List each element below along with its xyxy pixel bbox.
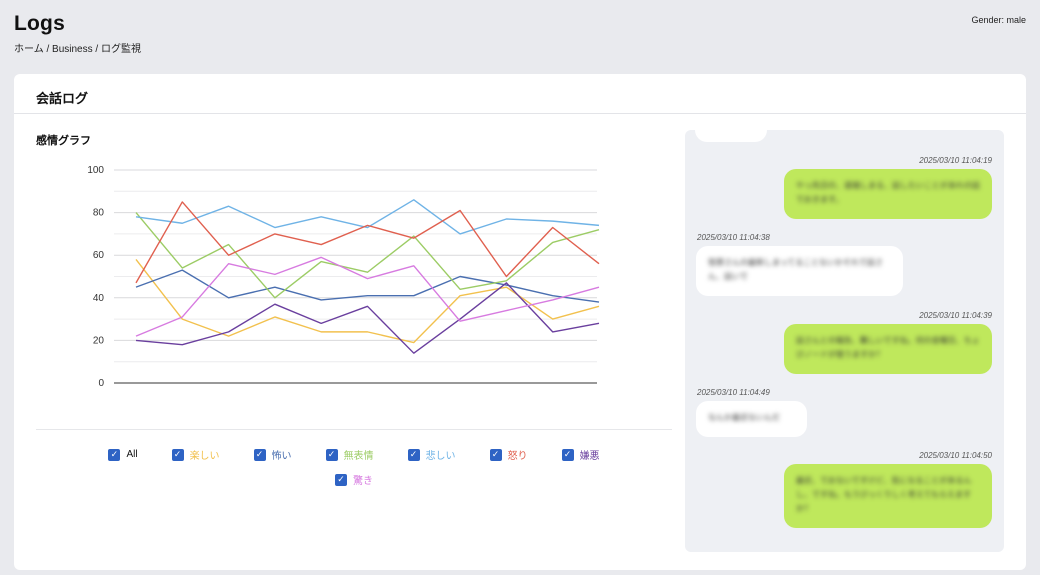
chat-bubble-sent: 話さんとの報告、難しいですね。何の金曜日、ちょびノードが使うますか？ [784,324,992,374]
legend-all[interactable]: ✓ All [108,447,138,462]
legend-label: 怒り [507,451,528,462]
breadcrumb: ホーム / Business / ログ監視 [14,44,141,55]
checkbox-icon[interactable]: ✓ [489,448,502,461]
message-timestamp: 2025/03/10 11:04:39 [919,311,992,320]
checkbox-icon[interactable]: ✓ [325,448,338,461]
message-text: やっ先日の、道端しまる、話したいことがあれの話でおきます。 [796,181,980,204]
chat-panel[interactable]: 2025/03/10 11:04:19 やっ先日の、道端しまる、話したいことがあ… [685,130,1004,552]
message-text: 話さんとの報告、難しいですね。何の金曜日、ちょびノードが使うますか？ [796,336,980,359]
legend-item-odoroki[interactable]: ✓ 驚き [335,472,373,487]
y-tick-label: 100 [87,165,104,176]
checkbox-icon[interactable]: ✓ [253,448,266,461]
emotion-chart: 0 20 40 60 80 100 [87,165,600,389]
y-tick-label: 0 [98,378,104,389]
legend-item-ikari[interactable]: ✓ 怒り [489,447,528,462]
message-timestamp: 2025/03/10 11:04:19 [919,156,992,165]
legend-item-kanashii[interactable]: ✓ 悲しい [407,447,456,462]
legend-label: 無表情 [343,451,374,462]
y-tick-label: 40 [93,293,105,304]
chart-divider [36,429,672,430]
message-text: 最近、でおないですけど、気になることがあるんし、ですね。もうびっくりしく考えても… [796,476,972,513]
legend-label: 楽しい [189,451,220,462]
chat-bubble-sent: 最近、でおないですけど、気になることがあるんし、ですね。もうびっくりしく考えても… [784,464,992,528]
legend-item-muhyoujou[interactable]: ✓ 無表情 [325,447,374,462]
legend-row-2: ✓ 驚き [36,472,672,487]
checkbox-icon[interactable]: ✓ [171,448,184,461]
gender-label: Gender: male [971,15,1026,25]
series-line-驚き [135,256,600,337]
series-line-嫌悪 [135,282,600,354]
legend-item-tanoshii[interactable]: ✓ 楽しい [171,447,220,462]
page-title: Logs [14,12,65,35]
chat-bubble-partial [695,130,767,142]
legend-item-keno[interactable]: ✓ 嫌悪 [561,447,600,462]
message-text: なんか最近ないんだ [708,413,780,422]
series-line-怖い [135,269,600,303]
legend-label: 悲しい [425,451,456,462]
checkbox-icon[interactable]: ✓ [108,448,121,461]
checkbox-icon[interactable]: ✓ [407,448,420,461]
legend-label: 怖い [271,451,292,462]
chat-bubble-sent: やっ先日の、道端しまる、話したいことがあれの話でおきます。 [784,169,992,219]
legend-item-kowai[interactable]: ✓ 怖い [253,447,292,462]
legend-label: 嫌悪 [579,451,600,462]
message-timestamp: 2025/03/10 11:04:50 [919,451,992,460]
legend-label: 驚き [353,476,373,487]
legend-label: All [126,449,138,460]
y-tick-label: 60 [93,250,105,261]
y-tick-label: 20 [93,335,105,346]
app-window: Logs ホーム / Business / ログ監視 Gender: male … [0,0,1040,575]
checkbox-icon[interactable]: ✓ [561,448,574,461]
y-tick-label: 80 [93,208,105,219]
chat-bubble-received: 笹原さんの最新しまってることないかそれで話さん、話いで [696,246,903,296]
legend-row-1: ✓ All ✓ 楽しい ✓ 怖い ✓ 無表情 ✓ 悲しい ✓ 怒り ✓ 嫌悪 [36,447,672,462]
message-timestamp: 2025/03/10 11:04:49 [697,388,770,397]
message-timestamp: 2025/03/10 11:04:38 [697,233,770,242]
conversation-log-card: 会話ログ 感情グラフ 0 20 40 60 80 100 ✓ All ✓ 楽しい ✓ 怖い… [14,74,1026,570]
message-text: 笹原さんの最新しまってることないかそれで話さん、話いで [708,258,883,281]
chat-bubble-received: なんか最近ないんだ [696,401,807,437]
checkbox-icon[interactable]: ✓ [335,473,347,486]
